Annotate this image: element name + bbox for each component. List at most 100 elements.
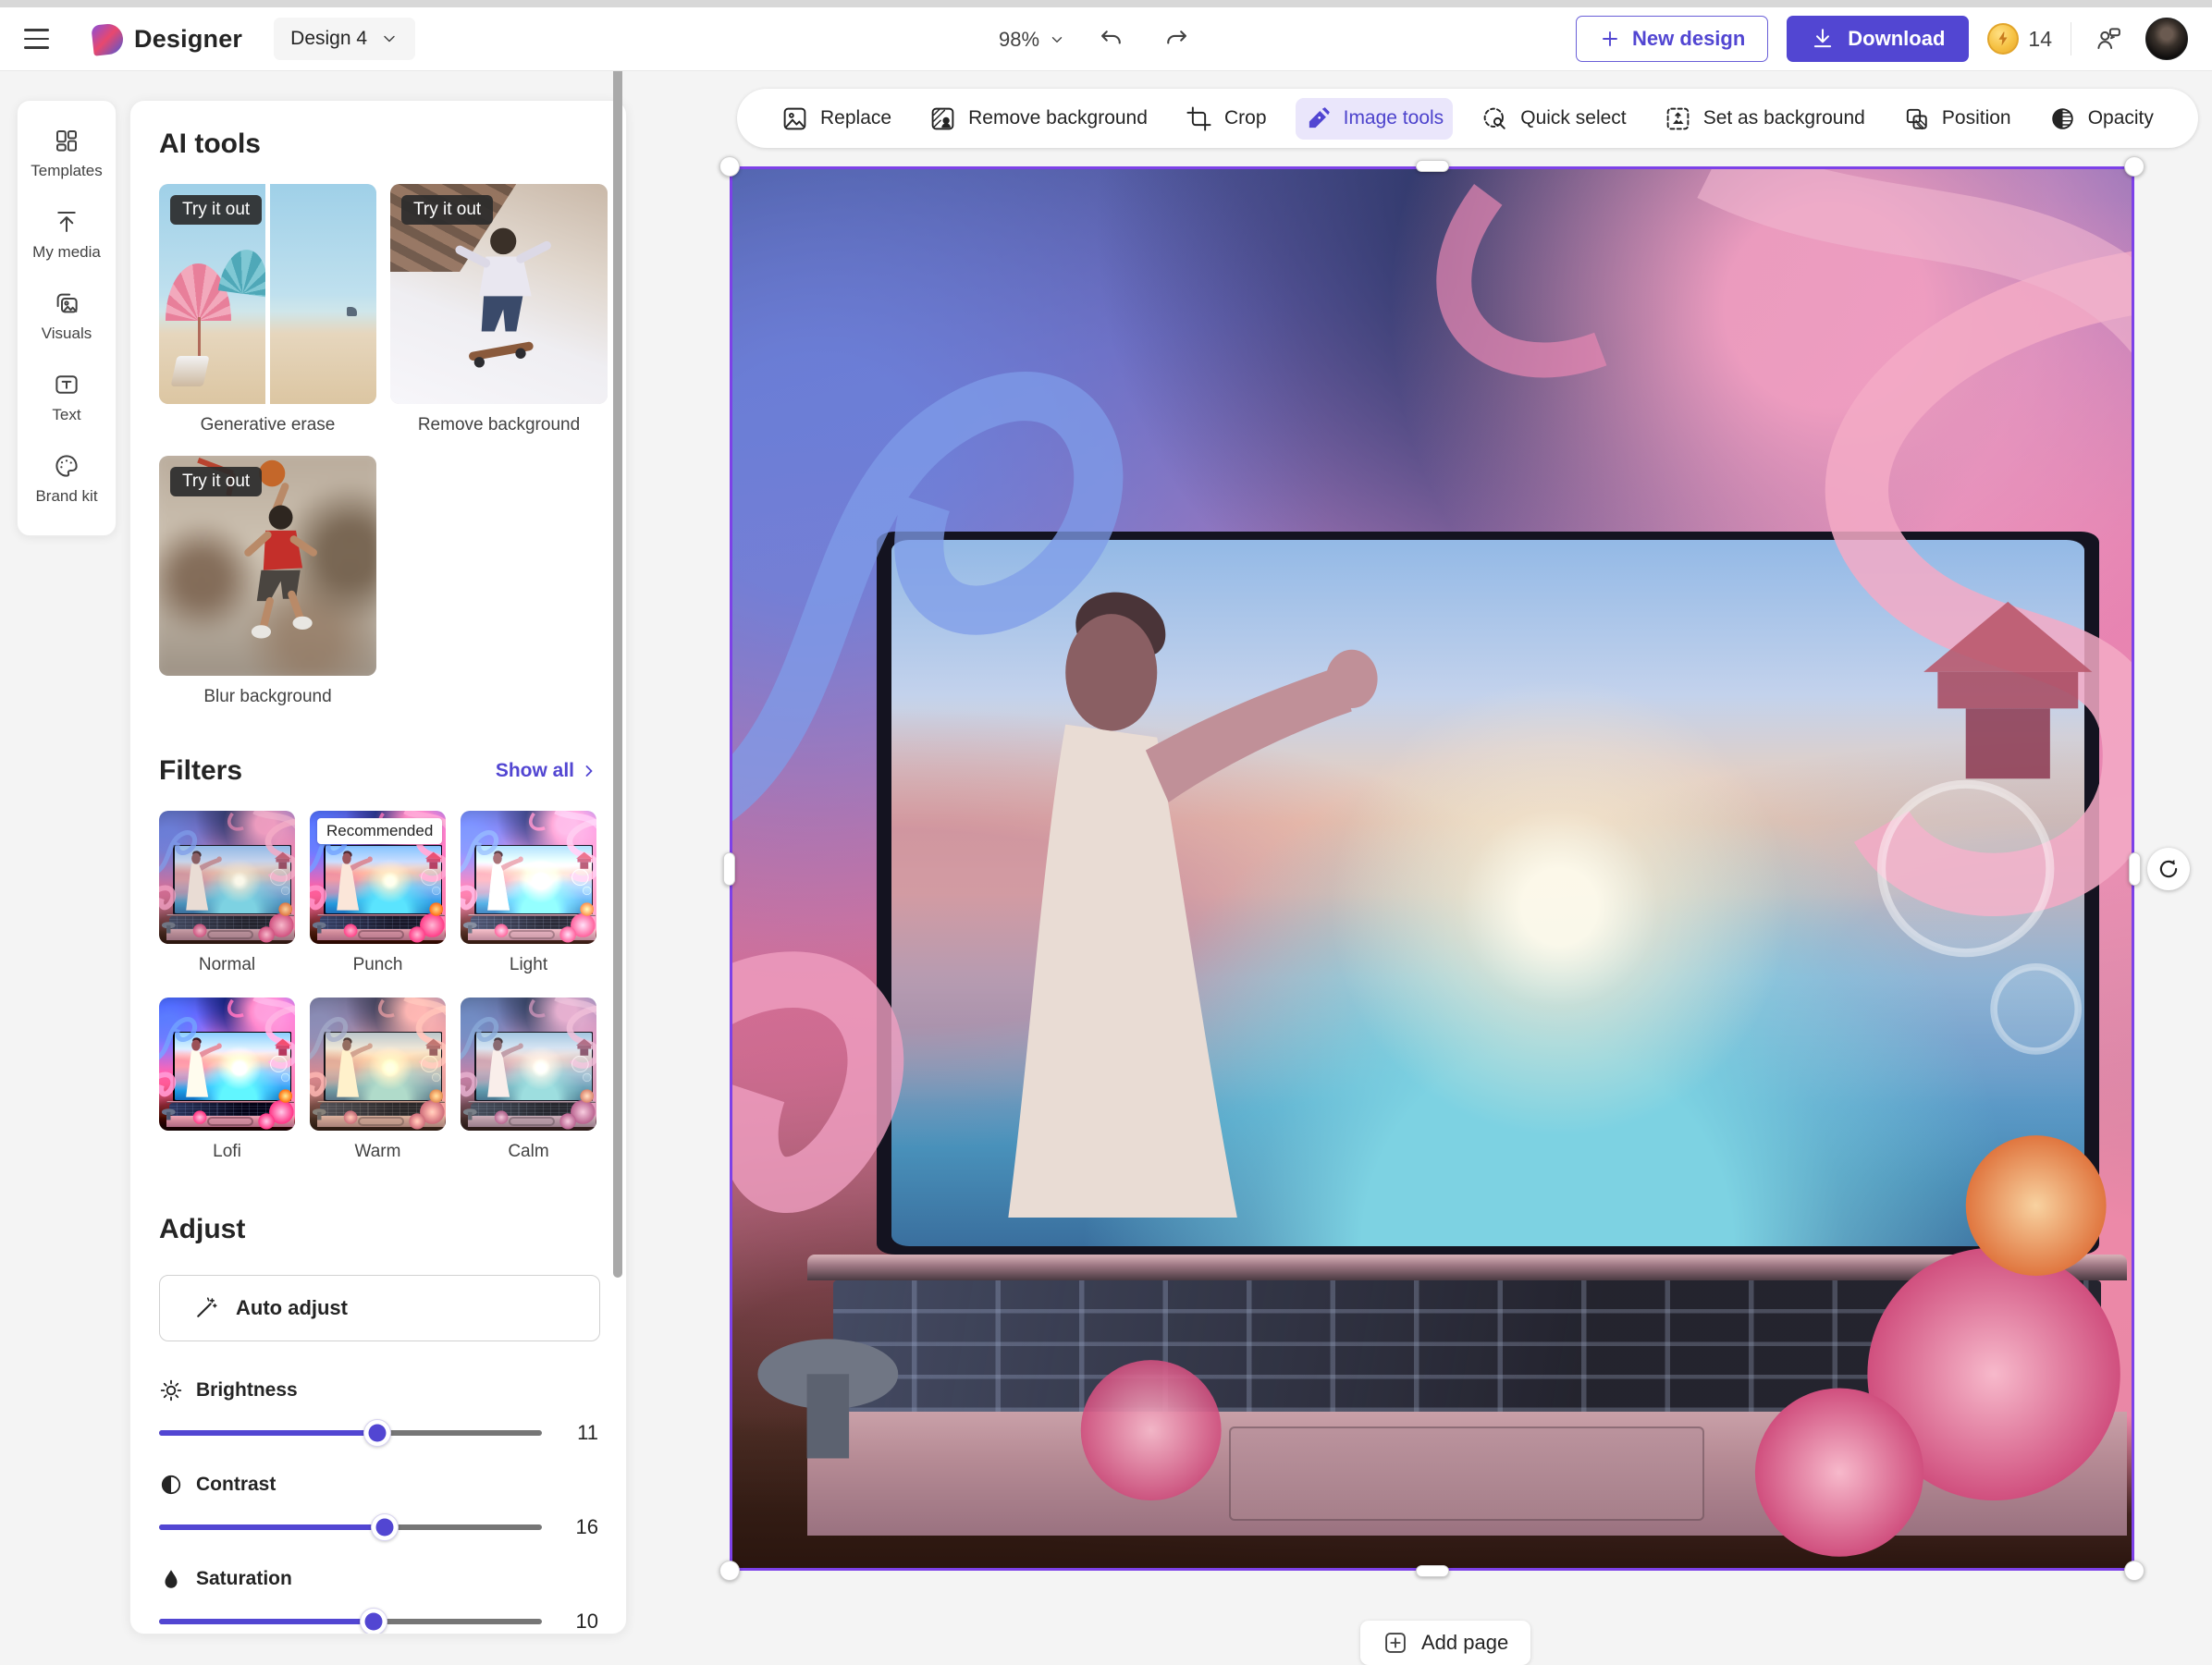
toolbar-replace[interactable]: Replace (772, 98, 901, 140)
upload-icon (53, 208, 80, 236)
resize-handle-top-left[interactable] (719, 156, 740, 177)
resize-handle-top-right[interactable] (2124, 156, 2144, 177)
try-it-out-badge: Try it out (401, 195, 494, 225)
toolbar-set-as-background[interactable]: Set as background (1655, 98, 1874, 140)
feedback-button[interactable] (2090, 20, 2127, 57)
remove-background-icon (931, 107, 954, 129)
chevron-right-icon (585, 765, 593, 777)
saturation-slider-block: Saturation 10 (159, 1567, 598, 1634)
brightness-slider-block: Brightness 11 (159, 1378, 598, 1447)
resize-handle-top[interactable] (1415, 160, 1449, 172)
replace-image-icon (783, 107, 806, 129)
saturation-slider-thumb[interactable] (359, 1608, 387, 1634)
adjust-heading: Adjust (159, 1214, 246, 1244)
contrast-slider[interactable] (159, 1513, 542, 1541)
palette-icon (53, 452, 80, 480)
chevron-down-icon (1051, 36, 1063, 43)
rotate-handle[interactable] (2147, 847, 2190, 890)
toolbar-opacity[interactable]: Opacity (2040, 98, 2163, 140)
image-tools-pen-icon (1309, 106, 1330, 128)
image-tools-panel: AI tools Try it out Generative erase Try… (129, 100, 627, 1634)
magic-wand-icon (197, 1297, 217, 1317)
designer-logo-icon (91, 21, 125, 56)
new-design-button[interactable]: New design (1576, 16, 1769, 62)
credits-count: 14 (2028, 26, 2052, 51)
toolbar-crop[interactable]: Crop (1176, 98, 1276, 140)
artwork-dragons-flowers (461, 998, 596, 1130)
filter-tile-normal[interactable] (159, 811, 295, 944)
sidebar-item-text[interactable]: Text (18, 363, 116, 432)
tool-label: Remove background (417, 415, 581, 435)
sidebar-item-brand-kit[interactable]: Brand kit (18, 445, 116, 513)
design-name: Design 4 (290, 28, 368, 49)
ai-tool-remove-background[interactable]: Try it out (390, 184, 608, 404)
download-button[interactable]: Download (1787, 16, 1970, 62)
filter-tile-calm[interactable] (461, 998, 596, 1131)
resize-handle-left[interactable] (723, 851, 735, 886)
show-all-filters-link[interactable]: Show all (496, 760, 598, 782)
filter-tile-lofi[interactable] (159, 998, 295, 1131)
recommended-badge: Recommended (317, 818, 443, 844)
resize-handle-right[interactable] (2129, 851, 2141, 886)
quick-select-icon (1483, 107, 1505, 129)
filter-tile-light[interactable] (461, 811, 596, 944)
download-icon (1814, 29, 1832, 48)
toolbar-position[interactable]: Position (1894, 98, 2021, 140)
resize-handle-bottom[interactable] (1415, 1565, 1449, 1577)
ai-tools-heading: AI tools (159, 129, 261, 159)
set-as-background-icon (1666, 107, 1690, 129)
artwork-fantasy-laptop (730, 166, 2134, 1571)
contrast-slider-thumb[interactable] (371, 1513, 399, 1541)
toolbar-image-tools[interactable]: Image tools (1295, 97, 1454, 140)
selected-image[interactable] (719, 156, 2190, 1581)
resize-handle-bottom-right[interactable] (2124, 1561, 2144, 1581)
contrast-value: 16 (575, 1515, 598, 1538)
toolbar-quick-select[interactable]: Quick select (1472, 98, 1635, 140)
artwork-dragons-flowers (159, 811, 295, 943)
brightness-slider[interactable] (159, 1419, 542, 1447)
add-page-button[interactable]: Add page (1360, 1621, 1531, 1665)
auto-adjust-button[interactable]: Auto adjust (159, 1275, 600, 1341)
resize-handle-bottom-left[interactable] (719, 1561, 740, 1581)
ai-tool-blur-background[interactable]: Try it out (159, 456, 376, 676)
templates-icon (53, 127, 80, 154)
menu-icon[interactable] (24, 18, 65, 59)
filter-tile-punch[interactable]: Recommended (310, 811, 446, 944)
artwork-dragons-flowers (159, 998, 295, 1130)
design-name-dropdown[interactable]: Design 4 (274, 18, 416, 60)
slider-label: Contrast (196, 1474, 276, 1495)
sidebar-item-my-media[interactable]: My media (18, 201, 116, 269)
saturation-slider[interactable] (159, 1608, 542, 1634)
tool-label: Generative erase (200, 415, 336, 435)
ai-tool-generative-erase[interactable]: Try it out (159, 184, 376, 404)
zoom-level-dropdown[interactable]: 98% (999, 28, 1065, 52)
artwork-fantasy-laptop (461, 811, 596, 944)
undo-icon (1101, 30, 1121, 44)
sidebar-item-visuals[interactable]: Visuals (18, 282, 116, 350)
redo-button[interactable] (1158, 21, 1195, 58)
redo-icon (1167, 30, 1187, 44)
tool-label: Blur background (203, 687, 332, 706)
text-icon (53, 371, 80, 398)
plus-icon (1603, 31, 1617, 46)
zoom-level: 98% (999, 27, 1040, 51)
artwork-fantasy-laptop (159, 998, 295, 1131)
filter-tile-warm[interactable] (310, 998, 446, 1131)
toolbar-remove-background[interactable]: Remove background (920, 98, 1157, 140)
rotate-icon (2159, 859, 2178, 877)
user-avatar[interactable] (2145, 18, 2188, 60)
artwork-fantasy-laptop (310, 998, 446, 1131)
undo-button[interactable] (1093, 21, 1130, 58)
feedback-person-icon (2097, 28, 2120, 49)
images-icon (53, 289, 80, 317)
sidebar-item-templates[interactable]: Templates (18, 119, 116, 188)
try-it-out-badge: Try it out (170, 195, 263, 225)
brightness-slider-thumb[interactable] (363, 1419, 391, 1447)
window-top-strip (0, 0, 2212, 7)
chevron-down-icon (384, 35, 395, 43)
add-page-icon (1385, 1633, 1406, 1653)
brightness-sun-icon (160, 1379, 182, 1402)
credits-counter[interactable]: 14 (1987, 23, 2052, 55)
panel-scrollbar[interactable] (613, 39, 622, 1278)
saturation-value: 10 (575, 1610, 598, 1633)
